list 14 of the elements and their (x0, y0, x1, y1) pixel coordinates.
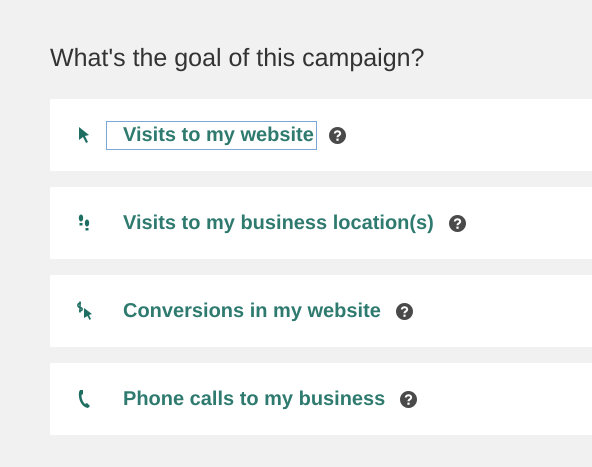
page-title: What's the goal of this campaign? (50, 44, 426, 73)
goal-option[interactable]: Visits to my website (50, 99, 592, 171)
goal-option[interactable]: Conversions in my website (50, 275, 592, 347)
help-icon[interactable] (400, 390, 418, 408)
goal-option[interactable]: Visits to my business location(s) (50, 187, 592, 259)
goal-label[interactable]: Visits to my website (106, 120, 317, 150)
dollar-cursor-icon (74, 300, 94, 322)
goal-label[interactable]: Conversions in my website (106, 296, 384, 326)
goal-label[interactable]: Visits to my business location(s) (106, 208, 437, 238)
goal-label[interactable]: Phone calls to my business (106, 384, 388, 414)
goal-option[interactable]: Phone calls to my business (50, 363, 592, 435)
help-icon[interactable] (448, 214, 466, 232)
help-icon[interactable] (396, 302, 413, 320)
help-icon[interactable] (328, 126, 346, 144)
